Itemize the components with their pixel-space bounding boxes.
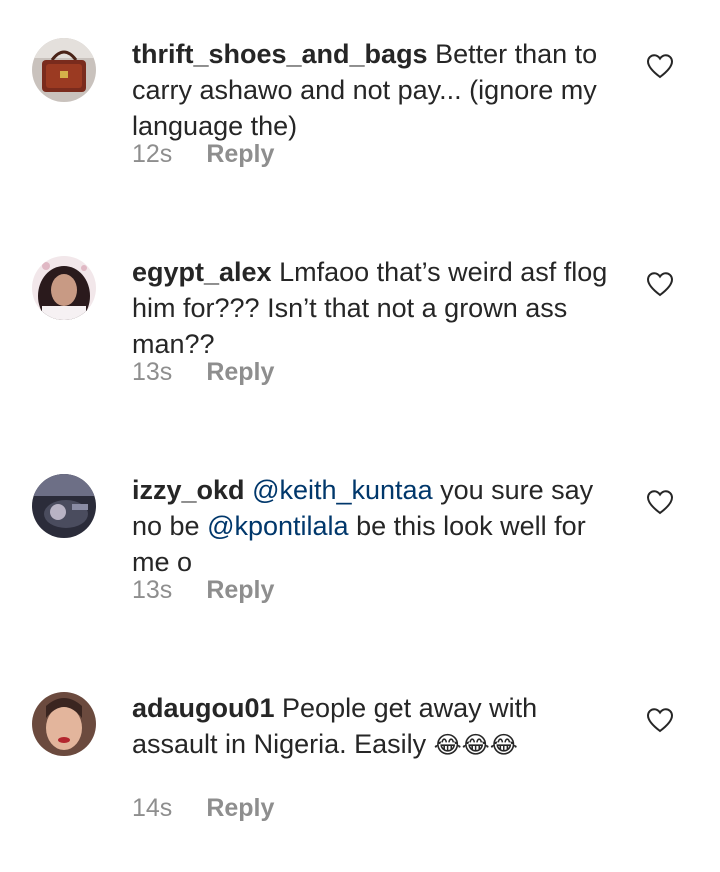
reply-button[interactable]: Reply	[206, 794, 274, 822]
heart-icon[interactable]	[646, 489, 674, 515]
comment-meta: 12s Reply	[132, 138, 274, 170]
heart-icon[interactable]	[646, 271, 674, 297]
mention-link[interactable]: @keith_kuntaa	[252, 475, 433, 505]
handbag-avatar-icon	[32, 38, 96, 102]
comment-meta: 13s Reply	[132, 574, 274, 606]
comment-item: egypt_alex Lmfaoo that’s weird asf flog …	[0, 218, 720, 436]
comment-body	[245, 475, 253, 505]
avatar[interactable]	[32, 38, 96, 102]
mention-link[interactable]: @kpontilala	[207, 511, 349, 541]
car-avatar-icon	[32, 474, 96, 538]
comment-text: izzy_okd @keith_kuntaa you sure say no b…	[132, 472, 622, 580]
comment-text: egypt_alex Lmfaoo that’s weird asf flog …	[132, 254, 622, 362]
username-link[interactable]: izzy_okd	[132, 475, 245, 505]
comment-text: thrift_shoes_and_bags Better than to car…	[132, 36, 622, 144]
username-link[interactable]: thrift_shoes_and_bags	[132, 39, 428, 69]
avatar[interactable]	[32, 692, 96, 756]
reply-button[interactable]: Reply	[206, 358, 274, 386]
timestamp: 13s	[132, 576, 173, 604]
woman-avatar-icon	[32, 256, 96, 320]
comment-item: adaugou01 People get away with assault i…	[0, 654, 720, 872]
timestamp: 14s	[132, 794, 173, 822]
comment-text: adaugou01 People get away with assault i…	[132, 690, 622, 764]
avatar[interactable]	[32, 256, 96, 320]
comment-item: thrift_shoes_and_bags Better than to car…	[0, 0, 720, 218]
heart-icon[interactable]	[646, 53, 674, 79]
laughing-emoji: 😂😂😂	[433, 732, 518, 759]
reply-button[interactable]: Reply	[206, 140, 274, 168]
comment-item: izzy_okd @keith_kuntaa you sure say no b…	[0, 436, 720, 654]
timestamp: 12s	[132, 140, 173, 168]
avatar[interactable]	[32, 474, 96, 538]
username-link[interactable]: egypt_alex	[132, 257, 272, 287]
timestamp: 13s	[132, 358, 173, 386]
username-link[interactable]: adaugou01	[132, 693, 275, 723]
woman-avatar-icon	[32, 692, 96, 756]
reply-button[interactable]: Reply	[206, 576, 274, 604]
comment-meta: 14s Reply	[132, 792, 274, 824]
comment-meta: 13s Reply	[132, 356, 274, 388]
heart-icon[interactable]	[646, 707, 674, 733]
